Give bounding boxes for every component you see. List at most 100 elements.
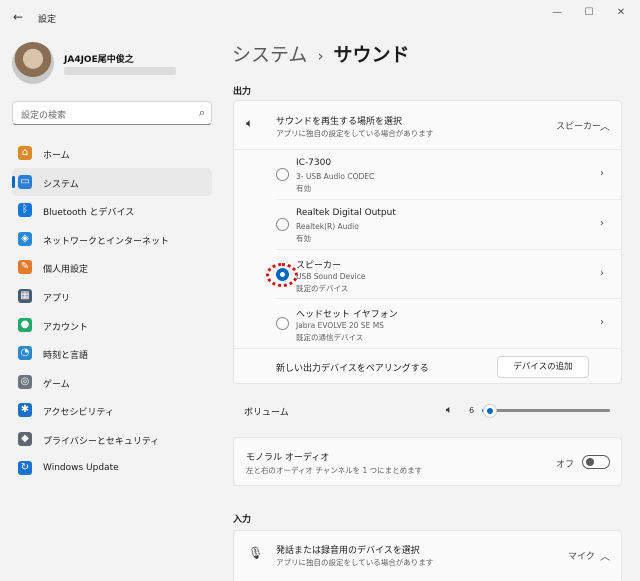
chevron-right-icon[interactable]: › [600, 218, 604, 229]
device-status: 既定のデバイス [296, 283, 349, 293]
user-profile[interactable]: JA4JOE尾中俊之 [12, 42, 212, 88]
sidebar-item-9[interactable]: ✱ アクセシビリティ [12, 396, 212, 425]
radio-unselected[interactable] [276, 217, 289, 231]
device-name: IC-7300 [296, 158, 332, 168]
sidebar-item-5[interactable]: ▦ アプリ [12, 282, 212, 311]
sidebar-item-label: ホーム [43, 151, 70, 161]
sidebar-item-8[interactable]: ◎ ゲーム [12, 368, 212, 397]
sidebar-item-3[interactable]: ◈ ネットワークとインターネット [12, 225, 212, 254]
volume-icon[interactable]: 🔈︎ [446, 403, 453, 417]
title-bar: ← 設定 — ☐ ✕ [0, 0, 640, 34]
minimize-icon[interactable]: — [548, 6, 566, 20]
monitor-icon: ▭ [18, 174, 32, 189]
search-icon: ⌕ [198, 106, 205, 119]
input-selector-row[interactable]: 🎙︎ 発話または録音用のデバイスを選択 アプリに独自の設定をしている場合がありま… [234, 531, 621, 579]
gamepad-icon: ◎ [18, 374, 32, 389]
input-device-card: 🎙︎ 発話または録音用のデバイスを選択 アプリに独自の設定をしている場合がありま… [233, 530, 622, 581]
update-icon: ↻ [18, 460, 32, 475]
chevron-right-icon[interactable]: › [600, 168, 604, 179]
person-icon: ● [18, 317, 32, 332]
volume-slider-thumb[interactable] [482, 404, 497, 418]
search-box[interactable]: 設定の検索 ⌕ [12, 101, 212, 125]
sidebar-item-label: アプリ [43, 293, 71, 304]
profile-email-redacted [64, 67, 176, 75]
output-device-card: 🔈︎ サウンドを再生する場所を選択 アプリに独自の設定をしている場合があります … [233, 100, 622, 384]
device-status: 有効 [296, 233, 311, 243]
mono-audio-card: モノラル オーディオ 左と右のオーディオ チャンネルを 1 つにまとめます オフ [233, 437, 622, 486]
output-device-row[interactable]: ヘッドセット イヤフォン Jabra EVOLVE 20 SE MS 既定の通信デバ… [234, 299, 621, 349]
output-device-row[interactable]: Realtek Digital Output Realtek(R) Audio 有効… [234, 200, 621, 250]
pair-device-label: 新しい出力デバイスをペアリングする [276, 364, 429, 374]
device-name: スピーカー [296, 260, 342, 271]
sidebar-item-label: 個人用設定 [43, 265, 89, 276]
sidebar-item-7[interactable]: ◔ 時刻と言語 [12, 339, 212, 368]
sidebar-item-1[interactable]: ▭ システム [12, 167, 212, 197]
device-name: Realtek Digital Output [296, 207, 396, 218]
chevron-up-icon[interactable]: ︿ [600, 548, 610, 563]
mono-audio-toggle[interactable] [582, 455, 610, 469]
output-selector-title: サウンドを再生する場所を選択 [276, 117, 403, 127]
input-selector-subtitle: アプリに独自の設定をしている場合があります [276, 558, 434, 567]
app-title: 設定 [38, 15, 57, 25]
sidebar-item-label: ネットワークとインターネット [43, 236, 170, 247]
input-selector-title: 発話または録音用のデバイスを選択 [276, 546, 420, 556]
sidebar-item-2[interactable]: ᛒ Bluetooth とデバイス [12, 196, 212, 225]
sidebar-item-label: システム [43, 179, 79, 190]
shield-icon: ◆ [18, 431, 32, 446]
home-icon: ⌂ [18, 146, 32, 160]
device-status: 有効 [296, 184, 311, 193]
device-detail: Realtek(R) Audio [296, 221, 359, 231]
accessibility-icon: ✱ [18, 403, 32, 418]
device-name: ヘッドセット イヤフォン [296, 310, 398, 321]
speaker-icon: 🔈︎ [246, 116, 254, 130]
pair-device-row: 新しい出力デバイスをペアリングする デバイスの追加 [234, 349, 621, 385]
output-selected-value: スピーカー [556, 122, 602, 132]
microphone-icon: 🎙︎ [248, 546, 264, 560]
sidebar-item-label: アクセシビリティ [43, 408, 115, 419]
sidebar-item-label: アカウント [43, 322, 89, 333]
radio-unselected[interactable] [276, 317, 289, 331]
close-icon[interactable]: ✕ [612, 6, 630, 20]
brush-icon: ✎ [18, 260, 32, 275]
search-input[interactable]: 設定の検索 [21, 108, 66, 121]
sidebar-item-label: Windows Update [43, 462, 119, 473]
sidebar-item-label: ゲーム [43, 379, 70, 390]
breadcrumb: システム › サウンド [232, 40, 409, 67]
page-title: サウンド [333, 44, 410, 66]
device-status: 既定の通信デバイス [296, 333, 364, 343]
breadcrumb-separator: › [317, 47, 324, 65]
chevron-up-icon[interactable]: ︿ [600, 118, 610, 133]
sidebar-item-0[interactable]: ⌂ ホーム [12, 139, 212, 168]
output-device-row[interactable]: スピーカー USB Sound Device 既定のデバイス › [234, 250, 621, 300]
input-selected-value: マイク [568, 552, 595, 562]
red-annotation-circle [266, 262, 298, 287]
output-heading: 出力 [233, 87, 252, 97]
output-selector-subtitle: アプリに独自の設定をしている場合があります [276, 129, 434, 138]
output-selector-row[interactable]: 🔈︎ サウンドを再生する場所を選択 アプリに独自の設定をしている場合があります … [234, 101, 621, 149]
sidebar-item-4[interactable]: ✎ 個人用設定 [12, 253, 212, 282]
volume-label: ボリューム [244, 408, 289, 418]
profile-name: JA4JOE尾中俊之 [64, 55, 134, 65]
chevron-right-icon[interactable]: › [600, 317, 604, 328]
maximize-icon[interactable]: ☐ [580, 6, 598, 20]
device-detail: 3- USB Audio CODEC [296, 172, 375, 181]
back-arrow-icon[interactable]: ← [10, 10, 26, 24]
mono-audio-state: オフ [556, 460, 575, 470]
sidebar-item-10[interactable]: ◆ プライバシーとセキュリティ [12, 425, 212, 454]
input-heading: 入力 [233, 515, 252, 525]
sidebar-item-label: プライバシーとセキュリティ [43, 436, 160, 447]
breadcrumb-parent[interactable]: システム [232, 44, 307, 66]
sidebar-item-11[interactable]: ↻ Windows Update [12, 454, 212, 483]
sidebar-nav: ⌂ ホーム ▭ システム ᛒ Bluetooth とデバイス ◈ ネットワークとインターネット… [12, 139, 212, 482]
apps-icon: ▦ [18, 288, 32, 303]
mono-audio-title: モノラル オーディオ [246, 453, 330, 463]
wifi-icon: ◈ [18, 231, 32, 246]
chevron-right-icon[interactable]: › [600, 268, 604, 279]
add-device-button[interactable]: デバイスの追加 [497, 356, 589, 378]
radio-unselected[interactable] [276, 168, 289, 181]
mono-audio-subtitle: 左と右のオーディオ チャンネルを 1 つにまとめます [246, 466, 423, 475]
sidebar-item-6[interactable]: ● アカウント [12, 311, 212, 340]
output-device-row[interactable]: IC-7300 3- USB Audio CODEC 有効 › [234, 150, 621, 200]
volume-slider-track[interactable] [482, 409, 610, 412]
device-detail: Jabra EVOLVE 20 SE MS [296, 321, 384, 331]
